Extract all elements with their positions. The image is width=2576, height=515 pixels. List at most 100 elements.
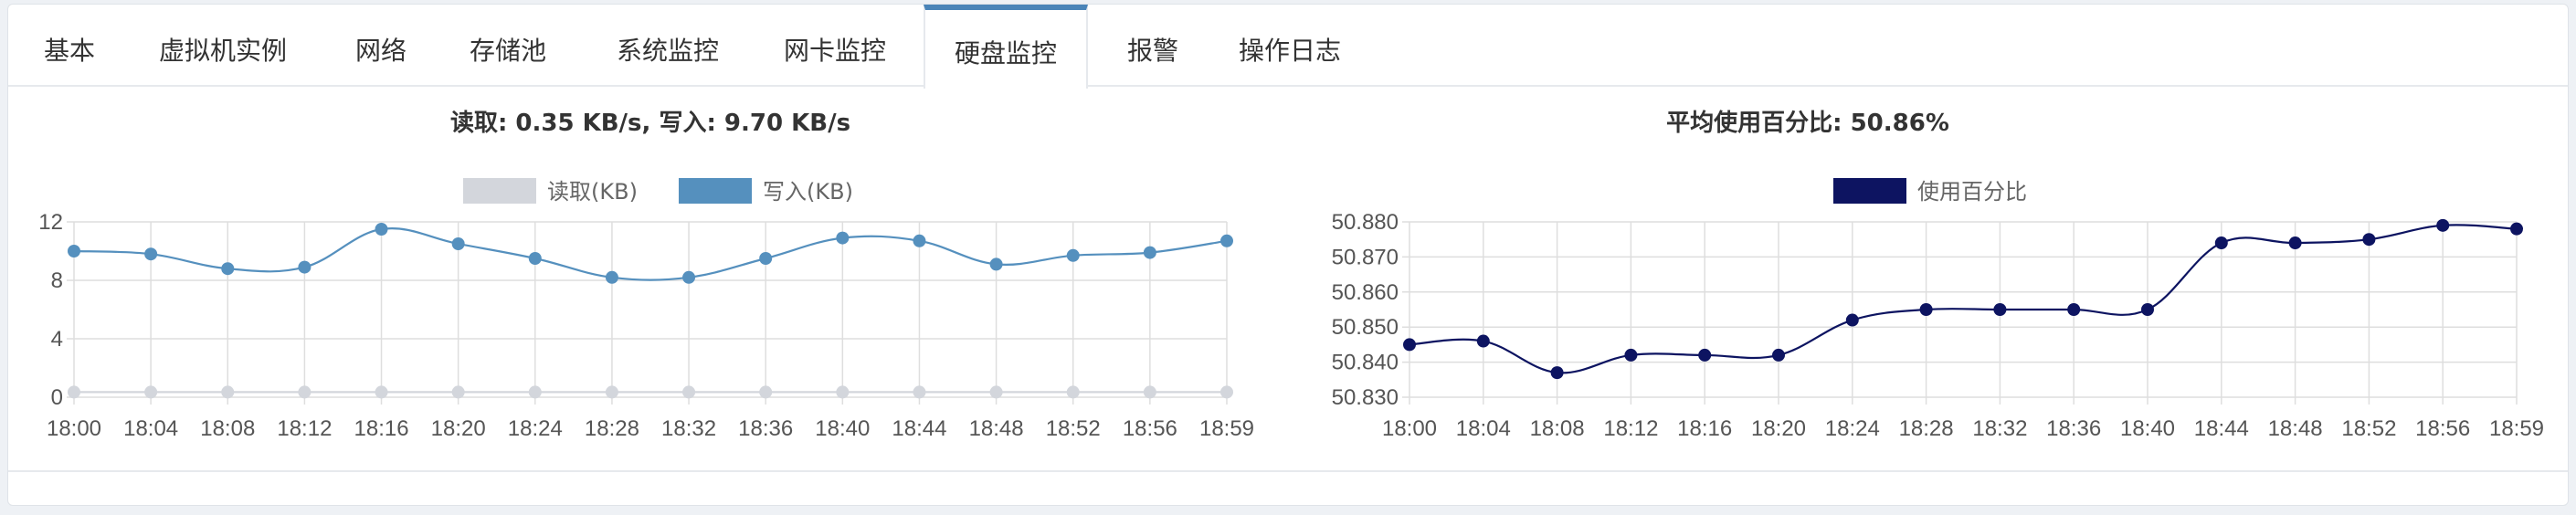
data-point[interactable] bbox=[528, 252, 542, 265]
data-point[interactable] bbox=[221, 385, 235, 399]
data-point[interactable] bbox=[451, 385, 465, 399]
data-point[interactable] bbox=[375, 223, 388, 236]
data-point[interactable] bbox=[68, 245, 80, 258]
y-tick-label: 4 bbox=[51, 327, 63, 352]
x-tick-label: 18:24 bbox=[508, 416, 563, 441]
x-tick-label: 18:16 bbox=[354, 416, 409, 441]
series-line bbox=[73, 227, 1228, 281]
tab-network[interactable]: 网络 bbox=[335, 5, 427, 87]
data-point[interactable] bbox=[1624, 348, 1638, 362]
legend-swatch bbox=[463, 178, 536, 204]
data-point[interactable] bbox=[221, 262, 235, 276]
data-point[interactable] bbox=[528, 385, 542, 399]
data-point[interactable] bbox=[989, 385, 1003, 399]
x-tick-label: 18:28 bbox=[1899, 416, 1954, 441]
data-point[interactable] bbox=[913, 385, 926, 399]
y-tick-label: 50.860 bbox=[1332, 280, 1399, 305]
x-tick-label: 18:59 bbox=[1199, 416, 1254, 441]
data-point[interactable] bbox=[682, 385, 696, 399]
y-tick-label: 0 bbox=[51, 385, 63, 410]
tab-sysmon[interactable]: 系统监控 bbox=[595, 5, 741, 87]
data-point[interactable] bbox=[298, 260, 311, 274]
data-point[interactable] bbox=[759, 252, 773, 265]
data-point[interactable] bbox=[451, 237, 465, 250]
tab-diskmon[interactable]: 硬盘监控 bbox=[924, 5, 1088, 89]
data-point[interactable] bbox=[1066, 385, 1080, 399]
data-point[interactable] bbox=[605, 270, 618, 284]
x-tick-label: 18:00 bbox=[1382, 416, 1437, 441]
x-tick-label: 18:44 bbox=[892, 416, 946, 441]
data-point[interactable] bbox=[2214, 236, 2228, 250]
data-point[interactable] bbox=[1919, 303, 1933, 316]
x-tick-label: 18:16 bbox=[1677, 416, 1732, 441]
chart-title: 读取: 0.35 KB/s, 写入: 9.70 KB/s bbox=[450, 110, 850, 137]
x-tick-label: 18:12 bbox=[1603, 416, 1658, 441]
x-tick-label: 18:04 bbox=[123, 416, 178, 441]
data-point[interactable] bbox=[1220, 234, 1233, 247]
chart-title: 平均使用百分比: 50.86% bbox=[1666, 110, 1949, 137]
legend-swatch bbox=[679, 178, 752, 204]
data-point[interactable] bbox=[375, 385, 388, 399]
panel-divider bbox=[8, 470, 2568, 472]
data-point[interactable] bbox=[836, 385, 850, 399]
data-point[interactable] bbox=[2141, 303, 2154, 316]
data-point[interactable] bbox=[1845, 313, 1859, 327]
data-point[interactable] bbox=[1143, 385, 1156, 399]
x-tick-label: 18:52 bbox=[1046, 416, 1101, 441]
data-point[interactable] bbox=[2510, 222, 2523, 236]
data-point[interactable] bbox=[1143, 246, 1156, 259]
x-tick-label: 18:32 bbox=[1972, 416, 2027, 441]
data-point[interactable] bbox=[2288, 236, 2302, 250]
data-point[interactable] bbox=[144, 247, 158, 261]
data-point[interactable] bbox=[682, 270, 696, 284]
x-tick-label: 18:28 bbox=[585, 416, 639, 441]
data-point[interactable] bbox=[1220, 385, 1233, 399]
tab-basic[interactable]: 基本 bbox=[19, 5, 120, 87]
x-tick-label: 18:32 bbox=[661, 416, 716, 441]
x-tick-label: 18:20 bbox=[431, 416, 486, 441]
data-point[interactable] bbox=[298, 385, 311, 399]
data-point[interactable] bbox=[1772, 348, 1785, 362]
x-tick-label: 18:00 bbox=[47, 416, 101, 441]
y-tick-label: 50.870 bbox=[1332, 245, 1399, 269]
data-point[interactable] bbox=[1476, 334, 1490, 348]
legend-swatch bbox=[1833, 178, 1906, 204]
data-point[interactable] bbox=[989, 258, 1003, 271]
data-point[interactable] bbox=[1993, 303, 2007, 316]
x-tick-label: 18:59 bbox=[2489, 416, 2544, 441]
data-point[interactable] bbox=[759, 385, 773, 399]
data-point[interactable] bbox=[1698, 348, 1712, 362]
x-tick-label: 18:48 bbox=[2268, 416, 2323, 441]
data-point[interactable] bbox=[2436, 218, 2450, 232]
x-tick-label: 18:56 bbox=[2415, 416, 2470, 441]
data-point[interactable] bbox=[1550, 366, 1564, 380]
data-point[interactable] bbox=[1403, 338, 1416, 352]
data-point[interactable] bbox=[913, 234, 926, 247]
data-point[interactable] bbox=[605, 385, 618, 399]
x-tick-label: 18:04 bbox=[1456, 416, 1511, 441]
data-point[interactable] bbox=[2067, 303, 2081, 316]
data-point[interactable] bbox=[1066, 248, 1080, 262]
x-tick-label: 18:44 bbox=[2194, 416, 2249, 441]
legend-label[interactable]: 使用百分比 bbox=[1917, 179, 2027, 205]
data-point[interactable] bbox=[836, 231, 850, 245]
y-tick-label: 50.850 bbox=[1332, 315, 1399, 340]
data-point[interactable] bbox=[68, 385, 80, 399]
y-tick-label: 12 bbox=[38, 210, 63, 235]
tab-oplog[interactable]: 操作日志 bbox=[1221, 5, 1358, 87]
tab-nicmon[interactable]: 网卡监控 bbox=[766, 5, 903, 87]
tab-vm[interactable]: 虚拟机实例 bbox=[136, 5, 310, 87]
tab-bar: 基本 虚拟机实例 网络 存储池 系统监控 网卡监控 硬盘监控 报警 操作日志 bbox=[8, 5, 2568, 89]
legend-label[interactable]: 写入(KB) bbox=[763, 179, 853, 205]
legend-label[interactable]: 读取(KB) bbox=[547, 179, 638, 205]
x-tick-label: 18:40 bbox=[2120, 416, 2175, 441]
data-point[interactable] bbox=[144, 385, 158, 399]
monitor-panel: 基本 虚拟机实例 网络 存储池 系统监控 网卡监控 硬盘监控 报警 操作日志 读取: 0.35 … bbox=[7, 4, 2569, 506]
tab-alarm[interactable]: 报警 bbox=[1103, 5, 1203, 87]
disk-io-chart: 读取: 0.35 KB/s, 写入: 9.70 KB/s 读取(KB) 写入(KB)… bbox=[38, 110, 1254, 441]
x-tick-label: 18:48 bbox=[969, 416, 1024, 441]
x-tick-label: 18:52 bbox=[2341, 416, 2396, 441]
data-point[interactable] bbox=[2362, 233, 2376, 247]
y-tick-label: 50.830 bbox=[1332, 385, 1399, 410]
tab-storage[interactable]: 存储池 bbox=[449, 5, 567, 87]
